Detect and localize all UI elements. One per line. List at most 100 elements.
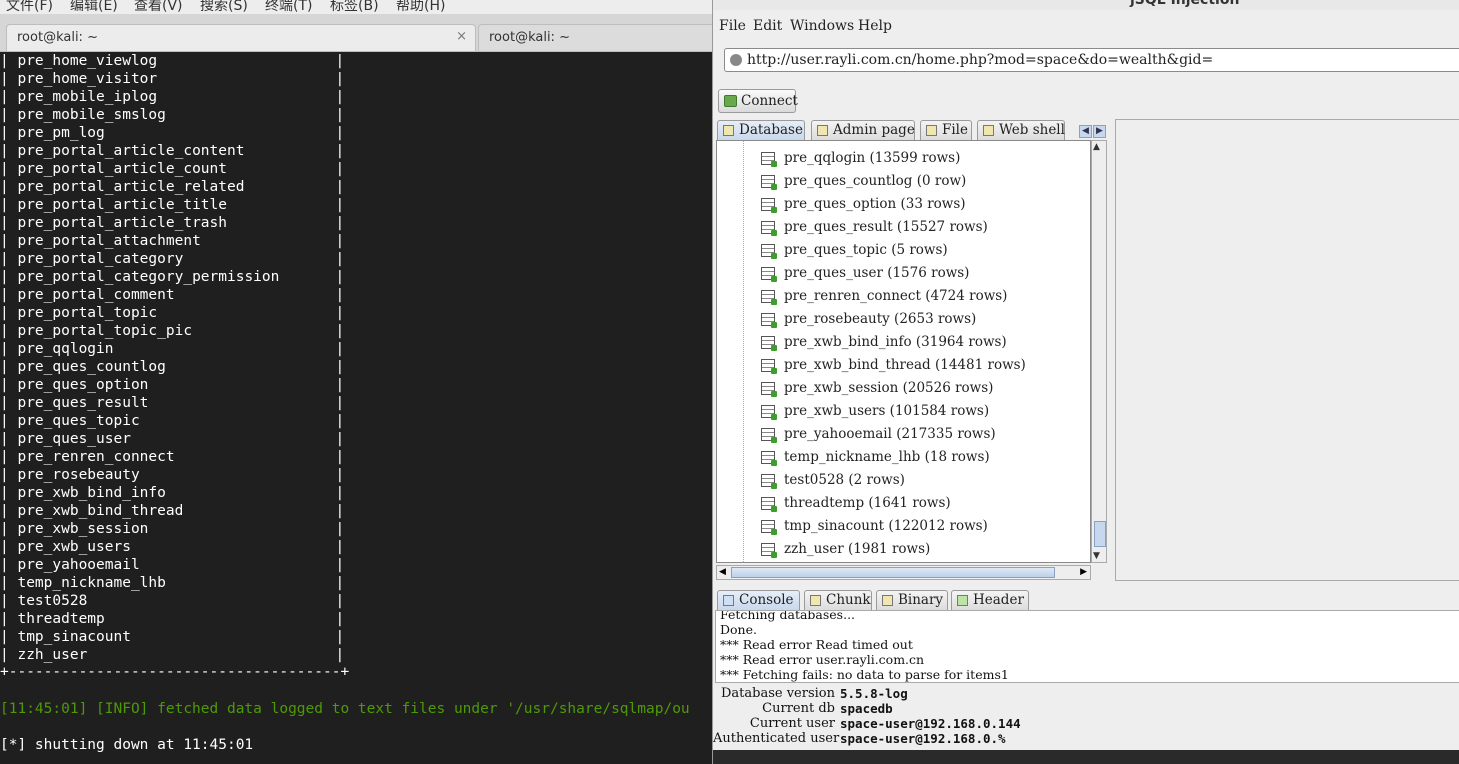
table-border: | bbox=[0, 305, 18, 321]
table-border: | bbox=[0, 179, 18, 195]
status-label: Database version bbox=[721, 686, 835, 701]
current-user-value: space-user@192.168.0.144 bbox=[840, 716, 1021, 731]
table-row: | pre_rosebeauty | bbox=[0, 466, 344, 484]
table-border: | bbox=[0, 593, 18, 609]
table-row: | pre_portal_article_related | bbox=[0, 178, 344, 196]
menu-file[interactable]: File bbox=[719, 18, 746, 34]
table-row: | pre_ques_result | bbox=[0, 394, 344, 412]
table-border: | bbox=[0, 71, 18, 87]
menu-help[interactable]: Help bbox=[858, 18, 892, 34]
menu-edit[interactable]: 编辑(E) bbox=[70, 0, 118, 15]
table-border: | bbox=[335, 647, 345, 663]
table-name: pre_ques_option bbox=[17, 377, 149, 393]
table-border: | bbox=[335, 413, 345, 429]
url-text: http://user.rayli.com.cn/home.php?mod=sp… bbox=[747, 52, 1214, 68]
tab-web-shell[interactable]: Web shell bbox=[977, 120, 1065, 140]
menu-file[interactable]: 文件(F) bbox=[6, 0, 53, 15]
table-border: | bbox=[0, 647, 18, 663]
url-input[interactable]: http://user.rayli.com.cn/home.php?mod=sp… bbox=[724, 48, 1459, 72]
tree-item-label: pre_xwb_bind_info (31964 rows) bbox=[784, 334, 1007, 350]
table-border: | bbox=[335, 503, 345, 519]
menu-windows[interactable]: Windows bbox=[790, 18, 854, 34]
tab-label: Admin page bbox=[833, 122, 915, 138]
table-border: | bbox=[335, 233, 345, 249]
table-name: pre_xwb_bind_thread bbox=[17, 503, 184, 519]
table-border: | bbox=[0, 341, 18, 357]
table-icon bbox=[761, 152, 777, 167]
table-border: | bbox=[335, 539, 345, 555]
table-icon bbox=[761, 474, 777, 489]
tree-item-label: pre_ques_countlog (0 row) bbox=[784, 173, 967, 189]
table-name: pre_home_visitor bbox=[17, 71, 158, 87]
table-name: pre_ques_user bbox=[17, 431, 131, 447]
scrollbar-thumb[interactable] bbox=[731, 567, 1055, 578]
tab-header[interactable]: Header bbox=[951, 590, 1029, 610]
table-border: | bbox=[335, 323, 345, 339]
table-border: | bbox=[0, 611, 18, 627]
connect-button[interactable]: Connect bbox=[718, 89, 798, 113]
table-border: | bbox=[335, 557, 345, 573]
scrollbar-thumb[interactable] bbox=[1094, 521, 1106, 547]
close-icon[interactable]: × bbox=[456, 29, 467, 44]
terminal-tab-1[interactable]: root@kali: ~ × bbox=[6, 24, 476, 51]
scroll-up-icon[interactable]: ▲ bbox=[1093, 142, 1100, 152]
terminal-tab-label: root@kali: ~ bbox=[17, 30, 98, 45]
table-row: | pre_home_viewlog | bbox=[0, 52, 344, 70]
table-row: | temp_nickname_lhb | bbox=[0, 574, 344, 592]
web-shell-icon bbox=[983, 125, 994, 136]
tree-item-label: tmp_sinacount (122012 rows) bbox=[784, 518, 988, 534]
tree-item-label: pre_qqlogin (13599 rows) bbox=[784, 150, 961, 166]
table-name: pre_portal_topic bbox=[17, 305, 158, 321]
table-name: temp_nickname_lhb bbox=[17, 575, 166, 591]
table-icon bbox=[761, 313, 777, 328]
scroll-down-icon[interactable]: ▼ bbox=[1093, 551, 1100, 561]
table-border: | bbox=[335, 629, 345, 645]
tree-horizontal-scrollbar[interactable]: ◀ ▶ bbox=[716, 565, 1091, 580]
tab-admin-page[interactable]: Admin page bbox=[811, 120, 915, 140]
table-row: | pre_portal_article_trash | bbox=[0, 214, 344, 232]
tab-scroll-left-icon[interactable]: ◀ bbox=[1079, 125, 1092, 138]
menu-terminal[interactable]: 终端(T) bbox=[265, 0, 312, 15]
tree-vertical-scrollbar[interactable]: ▲ ▼ bbox=[1091, 140, 1107, 563]
table-name: pre_xwb_session bbox=[17, 521, 149, 537]
scroll-left-icon[interactable]: ◀ bbox=[719, 567, 726, 577]
table-name: pre_xwb_bind_info bbox=[17, 485, 166, 501]
database-tree[interactable]: pre_qqlogin (13599 rows) pre_ques_countlo… bbox=[716, 140, 1091, 563]
tab-binary[interactable]: Binary bbox=[876, 590, 948, 610]
table-icon bbox=[761, 497, 777, 512]
menu-edit[interactable]: Edit bbox=[753, 18, 782, 34]
table-border: | bbox=[335, 467, 345, 483]
table-icon bbox=[761, 221, 777, 236]
table-border: | bbox=[0, 215, 18, 231]
table-name: pre_xwb_users bbox=[17, 539, 131, 555]
tab-scroll-right-icon[interactable]: ▶ bbox=[1093, 125, 1106, 138]
menu-view[interactable]: 查看(V) bbox=[134, 0, 183, 15]
tab-file[interactable]: File bbox=[920, 120, 972, 140]
table-border: | bbox=[0, 323, 18, 339]
table-name: pre_portal_article_trash bbox=[17, 215, 227, 231]
table-border: | bbox=[0, 413, 18, 429]
current-db-value: spacedb bbox=[840, 701, 893, 716]
table-border: | bbox=[0, 143, 18, 159]
console-output[interactable]: Fetching databases... Done. *** Read err… bbox=[715, 610, 1459, 683]
terminal-output[interactable]: | pre_home_viewlog | | pre_home_visitor | | … bbox=[0, 52, 712, 764]
scroll-right-icon[interactable]: ▶ bbox=[1080, 567, 1087, 577]
binary-icon bbox=[882, 595, 893, 606]
tree-item-label: pre_renren_connect (4724 rows) bbox=[784, 288, 1008, 304]
menu-search[interactable]: 搜索(S) bbox=[200, 0, 248, 15]
terminal-tab-2[interactable]: root@kali: ~ bbox=[478, 24, 718, 51]
menu-tabs[interactable]: 标签(B) bbox=[330, 0, 379, 15]
table-border: | bbox=[0, 431, 18, 447]
table-border: | bbox=[335, 377, 345, 393]
table-border: | bbox=[335, 251, 345, 267]
table-name: pre_pm_log bbox=[17, 125, 105, 141]
table-border: | bbox=[0, 125, 18, 141]
tab-label: Console bbox=[739, 592, 794, 608]
table-icon bbox=[761, 336, 777, 351]
table-row: | tmp_sinacount | bbox=[0, 628, 344, 646]
tab-chunk[interactable]: Chunk bbox=[804, 590, 872, 610]
tab-database[interactable]: Database bbox=[717, 120, 805, 140]
tab-console[interactable]: Console bbox=[717, 590, 800, 610]
menu-help[interactable]: 帮助(H) bbox=[396, 0, 445, 15]
result-panel[interactable] bbox=[1115, 119, 1459, 581]
